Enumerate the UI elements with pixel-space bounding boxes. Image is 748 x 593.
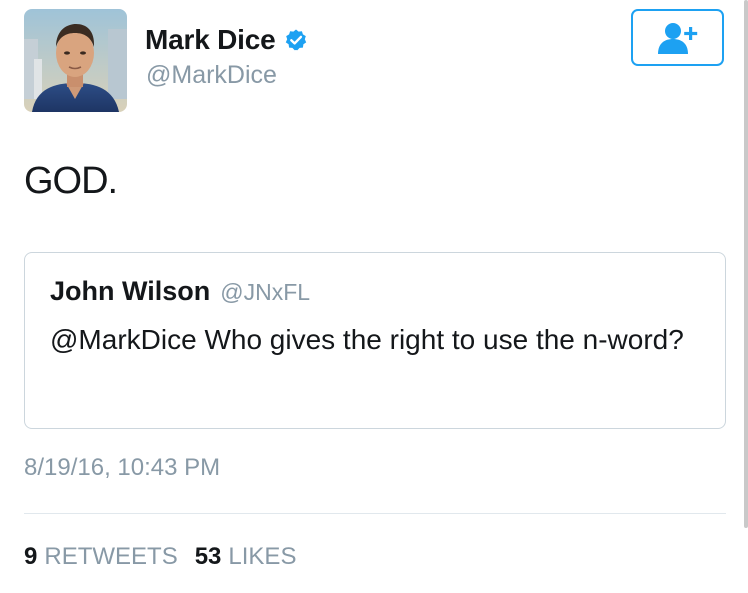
- quoted-author-name: John Wilson: [50, 276, 211, 306]
- retweets-label: RETWEETS: [44, 543, 178, 570]
- author-name-row[interactable]: Mark Dice: [145, 24, 308, 56]
- author-handle[interactable]: @MarkDice: [146, 61, 277, 90]
- add-user-icon: [657, 22, 697, 54]
- retweets-stat[interactable]: 9 RETWEETS: [24, 543, 178, 571]
- quoted-author-handle: @JNxFL: [220, 279, 311, 305]
- tweet-text: GOD.: [24, 160, 118, 202]
- quoted-tweet-card[interactable]: John Wilson @JNxFL @MarkDice Who gives t…: [24, 252, 726, 429]
- author-avatar[interactable]: [24, 9, 127, 112]
- retweets-count: 9: [24, 543, 38, 570]
- quoted-tweet-header: John Wilson @JNxFL: [50, 276, 310, 307]
- quoted-tweet-text: @MarkDice Who gives the right to use the…: [50, 324, 684, 355]
- stats-divider: [24, 513, 726, 514]
- verified-badge-icon: [284, 28, 308, 52]
- likes-label: LIKES: [228, 543, 297, 570]
- author-display-name[interactable]: Mark Dice: [145, 24, 276, 56]
- likes-stat[interactable]: 53 LIKES: [195, 543, 297, 571]
- likes-count: 53: [194, 543, 222, 570]
- avatar-image: [24, 9, 127, 112]
- tweet-stats: 9 RETWEETS 53 LIKES: [24, 543, 296, 571]
- tweet-timestamp[interactable]: 8/19/16, 10:43 PM: [24, 454, 220, 482]
- scrollbar[interactable]: [744, 0, 748, 528]
- follow-button[interactable]: [631, 9, 724, 66]
